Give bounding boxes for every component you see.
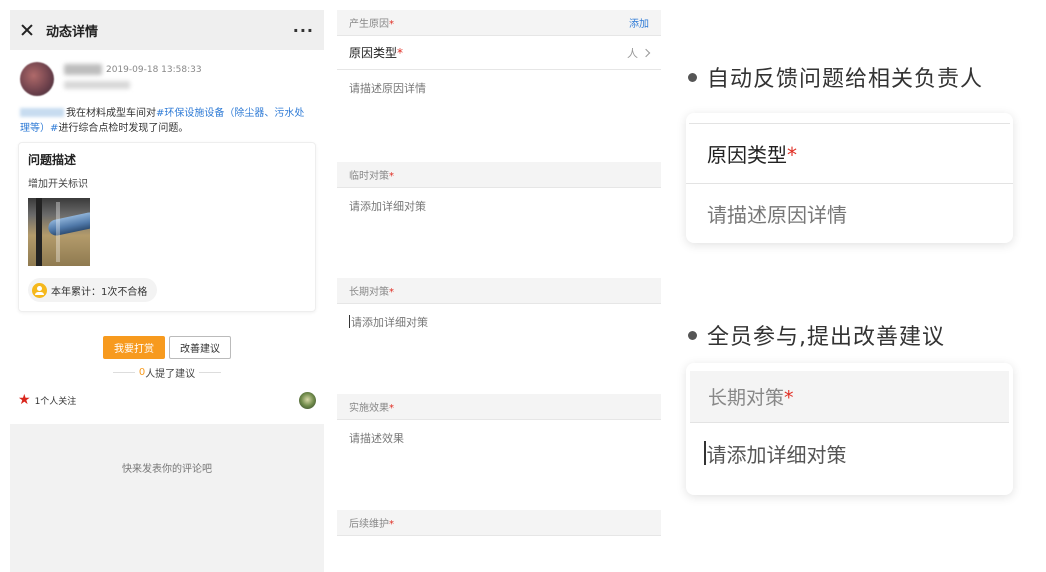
feature-bullet-1-text: 自动反馈问题给相关负责人 [707,67,984,92]
follow-row: ★ 1个人关注 [10,390,324,410]
post-header: 2019-09-18 13:58:33 [10,50,324,102]
feature-bullet-2-text: 全员参与,提出改善建议 [707,325,945,350]
zoom-cause-type-label: 原因类型 [707,143,787,167]
feature-bullet-1: 自动反馈问题给相关负责人 [688,61,983,93]
follower-avatar[interactable] [299,391,316,409]
chevron-right-icon [641,48,651,57]
maintain-header-label: 后续维护 [349,519,389,530]
annual-count-text: 本年累计：1次不合格 [51,286,148,298]
dynamic-detail-screen: 动态详情 ··· 2019-09-18 13:58:33 我在材料成型车间对#环… [10,10,324,572]
problem-card-title: 问题描述 [28,153,77,167]
zoom-long-header-label: 长期对策 [708,387,785,409]
follow-count: 1个人关注 [34,396,77,407]
cause-header-label: 产生原因 [349,19,389,30]
long-section-header: 长期对策* [337,278,661,304]
problem-description: 增加开关标识 [28,179,88,190]
required-mark: * [389,403,394,414]
maintain-section-header: 后续维护* [337,510,661,536]
problem-photo[interactable] [28,198,90,266]
person-icon [32,282,47,298]
suggestion-count: 0 人提了建议 [10,365,324,380]
user-name-blurred [64,64,102,75]
reward-button[interactable]: 我要打赏 [103,336,165,359]
temp-section-header: 临时对策* [337,162,661,188]
star-icon[interactable]: ★ [18,393,31,407]
feature-bullet-2: 全员参与,提出改善建议 [688,319,945,351]
problem-card: 问题描述 增加开关标识 本年累计：1次不合格 [18,142,316,312]
suggest-button[interactable]: 改善建议 [169,336,231,359]
countermeasure-form: 产生原因* 添加 原因类型* 人 请描述原因详情 临时对策* 请添加详细对策 长… [337,10,661,572]
required-mark: * [784,387,794,409]
text-caret [349,315,350,328]
zoom-long-header: 长期对策* [690,371,1009,423]
suggestion-count-text: 人提了建议 [145,369,196,380]
post-text-before: 我在材料成型车间对 [66,108,156,119]
cause-type-value: 人 [627,46,638,60]
user-dept-blurred [64,81,130,89]
required-mark: * [397,46,404,60]
zoom-cause-type-row: 原因类型* [686,124,1013,184]
required-mark: * [389,287,394,298]
post-time: 2019-09-18 13:58:33 [106,64,202,75]
action-buttons: 我要打赏 改善建议 [10,336,324,359]
zoom-card-cause: 原因类型* 请描述原因详情 [686,113,1013,243]
zoom-long-measure-placeholder: 请添加详细对策 [706,442,847,467]
comment-area[interactable]: 快来发表你的评论吧 [10,424,324,572]
text-caret [704,441,706,465]
close-icon[interactable] [16,19,38,41]
required-mark: * [787,143,797,167]
required-mark: * [389,171,394,182]
mention-blurred[interactable] [20,108,64,117]
post-text-after: 进行综合点检时发现了问题。 [58,123,189,134]
zoom-cause-description: 请描述原因详情 [707,202,847,227]
post-content: 我在材料成型车间对#环保设施设备（除尘器、污水处理等）#进行综合点检时发现了问题… [10,106,324,136]
cause-section-header: 产生原因* 添加 [337,10,661,36]
long-header-label: 长期对策 [349,287,389,298]
zoom-card-long-measure: 长期对策* 请添加详细对策 [686,363,1013,495]
avatar[interactable] [20,62,54,96]
long-measure-input[interactable]: 请添加详细对策 [337,304,661,394]
effect-input[interactable]: 请描述效果 [337,420,661,510]
long-measure-placeholder: 请添加详细对策 [351,316,428,329]
temp-measure-input[interactable]: 请添加详细对策 [337,188,661,278]
comment-placeholder: 快来发表你的评论吧 [122,464,212,475]
effect-section-header: 实施效果* [337,394,661,420]
page-title: 动态详情 [46,24,99,40]
cause-description-input[interactable]: 请描述原因详情 [337,70,661,162]
more-options-icon[interactable]: ··· [293,21,314,40]
cause-type-label: 原因类型 [349,46,398,60]
post-meta: 2019-09-18 13:58:33 [64,62,202,102]
effect-header-label: 实施效果 [349,403,389,414]
required-mark: * [389,19,394,30]
temp-header-label: 临时对策 [349,171,389,182]
bullet-dot [688,72,697,82]
top-bar: 动态详情 ··· [10,10,324,50]
add-cause-link[interactable]: 添加 [629,15,649,30]
annual-count-badge: 本年累计：1次不合格 [28,278,158,302]
zoom-long-measure-input: 请添加详细对策 [686,423,1013,483]
required-mark: * [389,519,394,530]
cause-type-row[interactable]: 原因类型* 人 [337,36,661,70]
bullet-dot [688,330,697,340]
